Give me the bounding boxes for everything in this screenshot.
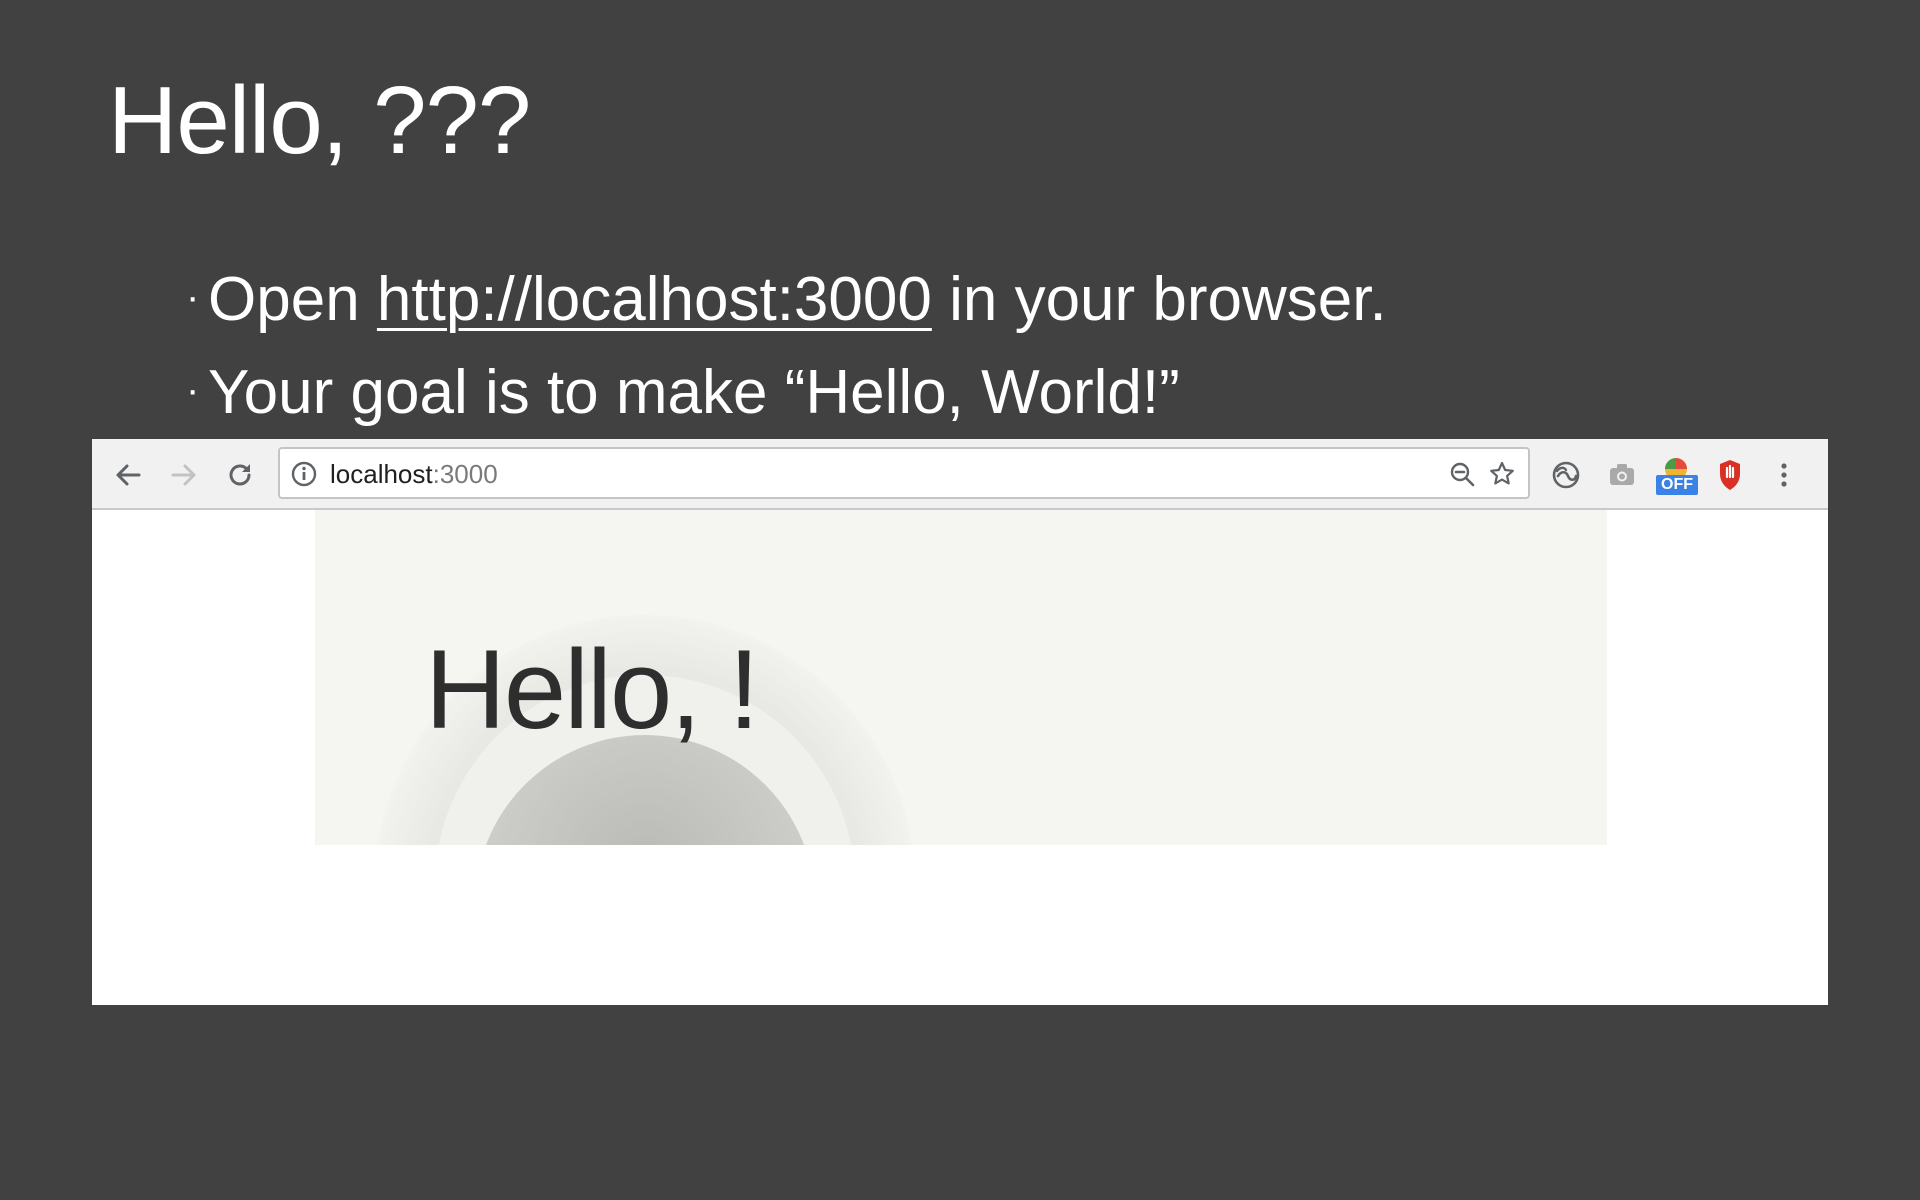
bullet-dot: · xyxy=(186,275,200,319)
browser-menu-button[interactable] xyxy=(1766,457,1802,493)
arrow-right-icon xyxy=(171,464,196,486)
bullet-prefix: Open xyxy=(208,265,377,334)
sync-extension-button[interactable] xyxy=(1548,457,1584,493)
bullet-suffix: in your browser. xyxy=(931,265,1387,334)
bullet-item-open-link: · Open http://localhost:3000 in your brow… xyxy=(186,252,1387,345)
bullet-item-goal: · Your goal is to make “Hello, World!” xyxy=(186,345,1387,438)
star-icon[interactable] xyxy=(1488,460,1516,488)
bullet-list: · Open http://localhost:3000 in your brow… xyxy=(186,252,1387,438)
browser-viewport: Hello, ! xyxy=(92,510,1828,1005)
zoom-out-icon[interactable] xyxy=(1448,460,1476,488)
hero-banner: Hello, ! xyxy=(315,510,1607,845)
url-port: :3000 xyxy=(432,459,498,489)
screenshot-extension-button[interactable] xyxy=(1604,457,1640,493)
browser-toolbar: localhost:3000 OFF xyxy=(92,439,1828,510)
info-icon[interactable] xyxy=(290,460,318,488)
arrow-left-icon xyxy=(116,464,141,486)
extension-off-badge: OFF xyxy=(1656,475,1698,495)
slide-title: Hello, ??? xyxy=(108,67,531,174)
url-host: localhost xyxy=(330,459,433,489)
localhost-link[interactable]: http://localhost:3000 xyxy=(377,265,932,334)
camera-icon xyxy=(1610,464,1634,485)
browser-window: localhost:3000 OFF Hello, ! xyxy=(92,439,1828,1005)
forward-button[interactable] xyxy=(166,457,202,493)
page-heading: Hello, ! xyxy=(425,627,760,752)
more-vert-icon xyxy=(1781,463,1787,487)
off-extension-button[interactable]: OFF xyxy=(1656,453,1700,495)
adblock-hand-icon xyxy=(1720,460,1740,490)
reload-icon xyxy=(229,464,251,486)
address-bar[interactable]: localhost:3000 xyxy=(278,447,1530,499)
bullet-dot: · xyxy=(186,368,200,412)
back-button[interactable] xyxy=(110,457,146,493)
sync-icon xyxy=(1552,461,1580,489)
address-url[interactable]: localhost:3000 xyxy=(330,460,498,488)
adblock-extension-button[interactable] xyxy=(1712,457,1748,493)
reload-button[interactable] xyxy=(222,457,258,493)
bullet-goal-text: Your goal is to make “Hello, World!” xyxy=(208,358,1180,427)
